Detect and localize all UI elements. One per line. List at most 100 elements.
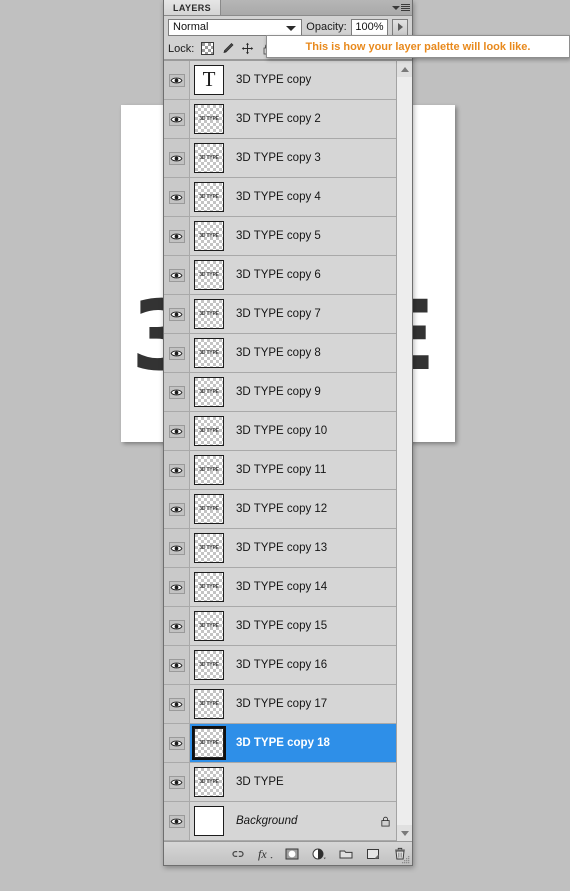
layer-name: 3D TYPE copy 12 — [236, 503, 328, 515]
eye-icon — [168, 190, 185, 204]
layer-row[interactable]: 3D TYPE 3D TYPE copy 13 — [164, 529, 396, 568]
layer-visibility-toggle[interactable] — [164, 490, 190, 528]
layer-thumbnail-cell[interactable]: 3D TYPE — [190, 104, 228, 134]
layer-thumbnail-cell[interactable]: 3D TYPE — [190, 767, 228, 797]
layer-visibility-toggle[interactable] — [164, 412, 190, 450]
thumbnail-text: 3D TYPE — [199, 428, 219, 434]
link-layers-icon[interactable] — [230, 846, 246, 862]
layer-row[interactable]: 3D TYPE 3D TYPE copy 16 — [164, 646, 396, 685]
layer-row[interactable]: 3D TYPE 3D TYPE copy 18 — [164, 724, 396, 763]
layer-style-fx-icon[interactable]: fx — [257, 846, 273, 862]
scroll-down-icon[interactable] — [397, 825, 412, 841]
layer-list[interactable]: T 3D TYPE copy 3D TYPE 3D TYPE copy 2 3D TYP… — [164, 60, 396, 841]
layer-visibility-toggle[interactable] — [164, 685, 190, 723]
layer-visibility-toggle[interactable] — [164, 373, 190, 411]
type-layer-glyph: T — [202, 67, 216, 92]
opacity-input[interactable]: 100% — [350, 18, 389, 36]
layer-thumbnail-cell[interactable]: 3D TYPE — [190, 416, 228, 446]
layer-thumbnail-cell[interactable]: T — [190, 65, 228, 95]
layer-row[interactable]: 3D TYPE 3D TYPE copy 15 — [164, 607, 396, 646]
layer-visibility-toggle[interactable] — [164, 451, 190, 489]
layer-thumbnail: 3D TYPE — [194, 689, 224, 719]
layer-row[interactable]: 3D TYPE 3D TYPE copy 3 — [164, 139, 396, 178]
layer-row[interactable]: 3D TYPE 3D TYPE copy 10 — [164, 412, 396, 451]
lock-label: Lock: — [168, 42, 195, 55]
lock-transparent-pixels-icon[interactable] — [201, 42, 215, 55]
thumbnail-text: 3D TYPE — [199, 116, 219, 122]
layer-name: 3D TYPE copy 10 — [236, 425, 328, 437]
layer-visibility-toggle[interactable] — [164, 802, 190, 840]
adjustment-layer-icon[interactable] — [311, 846, 327, 862]
layer-row[interactable]: 3D TYPE 3D TYPE copy 6 — [164, 256, 396, 295]
layer-thumbnail-cell[interactable]: 3D TYPE — [190, 726, 228, 760]
layer-visibility-toggle[interactable] — [164, 763, 190, 801]
layer-visibility-toggle[interactable] — [164, 217, 190, 255]
layer-thumbnail-cell[interactable]: 3D TYPE — [190, 377, 228, 407]
layer-row[interactable]: 3D TYPE 3D TYPE copy 14 — [164, 568, 396, 607]
eye-icon — [168, 268, 185, 282]
layer-thumbnail: 3D TYPE — [194, 416, 224, 446]
layer-visibility-toggle[interactable] — [164, 256, 190, 294]
layer-thumbnail-cell[interactable]: 3D TYPE — [190, 455, 228, 485]
layer-thumbnail-cell[interactable]: 3D TYPE — [190, 221, 228, 251]
layer-thumbnail-cell[interactable]: 3D TYPE — [190, 533, 228, 563]
layer-row[interactable]: 3D TYPE 3D TYPE copy 2 — [164, 100, 396, 139]
panel-menu-icon[interactable] — [390, 0, 412, 15]
layer-name: 3D TYPE copy 6 — [236, 269, 321, 281]
layer-row[interactable]: 3D TYPE 3D TYPE copy 12 — [164, 490, 396, 529]
thumbnail-text: 3D TYPE — [199, 701, 219, 707]
layer-visibility-toggle[interactable] — [164, 178, 190, 216]
layer-row[interactable]: 3D TYPE 3D TYPE copy 5 — [164, 217, 396, 256]
layer-thumbnail-cell[interactable]: 3D TYPE — [190, 338, 228, 368]
layer-visibility-toggle[interactable] — [164, 334, 190, 372]
layer-row[interactable]: 3D TYPE 3D TYPE — [164, 763, 396, 802]
layer-visibility-toggle[interactable] — [164, 724, 190, 762]
layer-name: 3D TYPE copy 18 — [236, 737, 330, 749]
new-group-icon[interactable] — [338, 846, 354, 862]
layer-visibility-toggle[interactable] — [164, 646, 190, 684]
layer-visibility-toggle[interactable] — [164, 529, 190, 567]
layer-row[interactable]: 3D TYPE 3D TYPE copy 9 — [164, 373, 396, 412]
layer-thumbnail-cell[interactable]: 3D TYPE — [190, 572, 228, 602]
chevron-right-icon — [397, 23, 403, 31]
eye-icon — [168, 385, 185, 399]
eye-icon — [168, 73, 185, 87]
layer-thumbnail-cell[interactable]: 3D TYPE — [190, 143, 228, 173]
layer-thumbnail-cell[interactable]: 3D TYPE — [190, 182, 228, 212]
opacity-stepper[interactable] — [392, 18, 408, 36]
lock-position-icon[interactable] — [241, 42, 254, 55]
new-layer-icon[interactable] — [365, 846, 381, 862]
eye-icon — [168, 112, 185, 126]
layer-thumbnail-cell[interactable]: 3D TYPE — [190, 299, 228, 329]
layer-visibility-toggle[interactable] — [164, 139, 190, 177]
layer-visibility-toggle[interactable] — [164, 607, 190, 645]
layer-row[interactable]: T 3D TYPE copy — [164, 61, 396, 100]
eye-icon — [168, 775, 185, 789]
scroll-up-icon[interactable] — [397, 61, 412, 77]
layer-row[interactable]: 3D TYPE 3D TYPE copy 7 — [164, 295, 396, 334]
layer-visibility-toggle[interactable] — [164, 61, 190, 99]
tab-layers[interactable]: LAYERS — [164, 0, 222, 15]
layer-visibility-toggle[interactable] — [164, 295, 190, 333]
resize-grip[interactable] — [401, 855, 410, 864]
layer-name: 3D TYPE copy 3 — [236, 152, 321, 164]
layer-thumbnail-cell[interactable] — [190, 806, 228, 836]
layer-mask-icon[interactable] — [284, 846, 300, 862]
layer-thumbnail-cell[interactable]: 3D TYPE — [190, 689, 228, 719]
lock-image-pixels-icon[interactable] — [221, 42, 234, 55]
layer-row[interactable]: 3D TYPE 3D TYPE copy 4 — [164, 178, 396, 217]
layer-thumbnail-cell[interactable]: 3D TYPE — [190, 260, 228, 290]
layer-thumbnail-cell[interactable]: 3D TYPE — [190, 611, 228, 641]
layer-row[interactable]: 3D TYPE 3D TYPE copy 17 — [164, 685, 396, 724]
layer-row[interactable]: Background — [164, 802, 396, 841]
layer-row[interactable]: 3D TYPE 3D TYPE copy 8 — [164, 334, 396, 373]
layer-visibility-toggle[interactable] — [164, 568, 190, 606]
scrollbar-track[interactable] — [397, 77, 412, 825]
layer-visibility-toggle[interactable] — [164, 100, 190, 138]
blend-mode-select[interactable]: Normal — [168, 18, 303, 36]
layer-row[interactable]: 3D TYPE 3D TYPE copy 11 — [164, 451, 396, 490]
thumbnail-text: 3D TYPE — [199, 779, 219, 785]
layer-thumbnail-cell[interactable]: 3D TYPE — [190, 650, 228, 680]
layer-list-scrollbar[interactable] — [396, 60, 412, 841]
layer-thumbnail-cell[interactable]: 3D TYPE — [190, 494, 228, 524]
